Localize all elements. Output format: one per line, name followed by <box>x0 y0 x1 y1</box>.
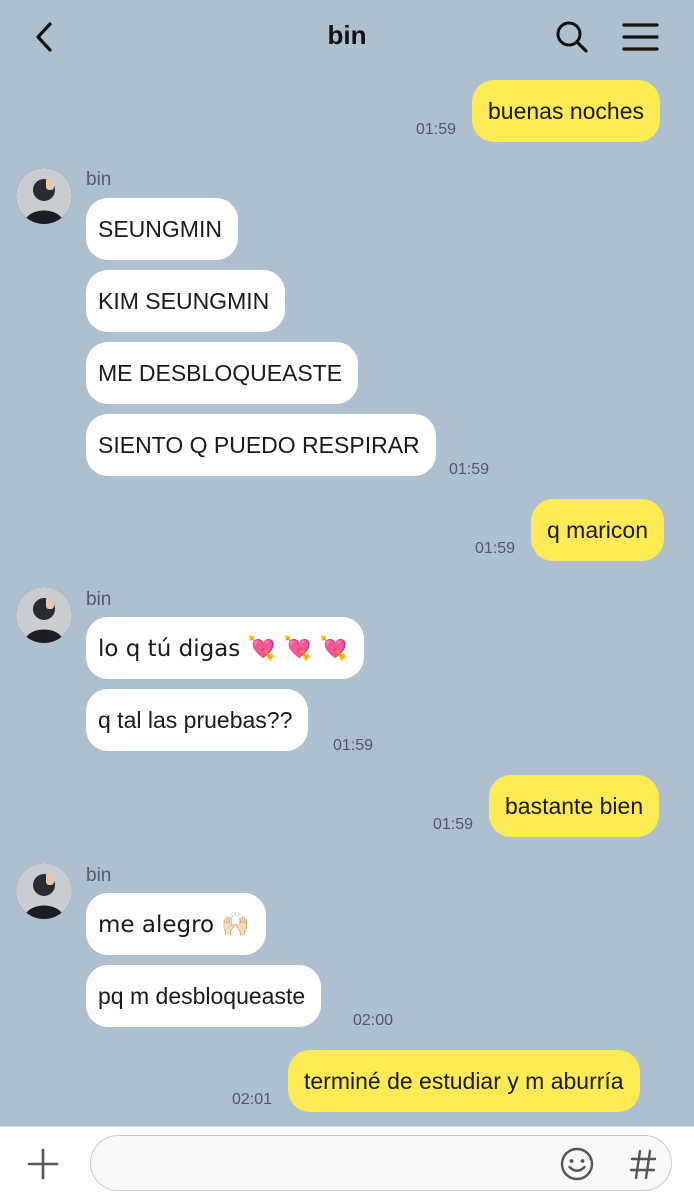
smiley-icon <box>560 1147 594 1181</box>
message-composer <box>0 1126 694 1201</box>
message-text: bastante bien <box>505 792 644 819</box>
outgoing-message-bubble[interactable]: bastante bien <box>489 775 660 837</box>
avatar-photo <box>16 587 72 643</box>
sender-name: bin <box>86 865 112 886</box>
incoming-message-bubble[interactable]: me alegro 🙌🏻 <box>86 893 267 955</box>
message-input-wrapper <box>90 1135 672 1191</box>
hamburger-menu-icon <box>622 23 659 51</box>
message-text: q tal las pruebas?? <box>98 706 293 733</box>
avatar-photo <box>16 863 72 919</box>
avatar-photo <box>16 168 72 224</box>
incoming-message-bubble[interactable]: SIENTO Q PUEDO RESPIRAR <box>86 414 436 476</box>
message-text: SEUNGMIN <box>98 215 222 242</box>
add-attachment-button[interactable] <box>24 1145 62 1183</box>
message-timestamp: 01:59 <box>449 461 490 478</box>
message-text: SIENTO Q PUEDO RESPIRAR <box>98 431 420 458</box>
message-text: pq m desbloqueaste <box>98 982 306 1009</box>
chevron-left-icon <box>36 22 52 52</box>
incoming-message-bubble[interactable]: q tal las pruebas?? <box>86 689 309 751</box>
emoticon-button[interactable] <box>557 1144 597 1184</box>
incoming-message-bubble[interactable]: KIM SEUNGMIN <box>86 270 286 332</box>
contact-avatar[interactable] <box>16 863 72 919</box>
message-text: lo q tú digas 💘 💘 💘 <box>98 635 349 662</box>
hashtag-icon <box>629 1149 657 1180</box>
message-text: me alegro 🙌🏻 <box>98 911 251 938</box>
message-text: buenas noches <box>488 97 645 124</box>
message-timestamp: 02:00 <box>353 1012 394 1029</box>
chat-header: bin <box>0 0 694 76</box>
message-text: ME DESBLOQUEASTE <box>98 359 343 386</box>
plus-icon <box>27 1148 59 1180</box>
message-timestamp: 01:59 <box>416 121 457 138</box>
outgoing-message-bubble[interactable]: q maricon <box>531 499 664 561</box>
message-text: terminé de estudiar y m aburría <box>304 1067 624 1094</box>
hashtag-button[interactable] <box>623 1144 663 1184</box>
message-timestamp: 01:59 <box>333 737 374 754</box>
contact-avatar[interactable] <box>16 168 72 224</box>
sender-name: bin <box>86 589 112 610</box>
message-text: KIM SEUNGMIN <box>98 287 270 314</box>
back-button[interactable] <box>22 14 66 60</box>
menu-button[interactable] <box>616 14 664 60</box>
incoming-message-bubble[interactable]: ME DESBLOQUEASTE <box>86 342 359 404</box>
message-timestamp: 02:01 <box>232 1091 273 1108</box>
contact-avatar[interactable] <box>16 587 72 643</box>
incoming-message-bubble[interactable]: pq m desbloqueaste <box>86 965 322 1027</box>
message-input[interactable] <box>109 1146 553 1182</box>
message-timestamp: 01:59 <box>433 816 474 833</box>
message-timestamp: 01:59 <box>475 540 516 557</box>
message-text: q maricon <box>547 516 648 543</box>
incoming-message-bubble[interactable]: lo q tú digas 💘 💘 💘 <box>86 617 365 679</box>
incoming-message-bubble[interactable]: SEUNGMIN <box>86 198 238 260</box>
search-button[interactable] <box>548 14 596 60</box>
sender-name: bin <box>86 169 112 190</box>
search-icon <box>556 21 588 53</box>
outgoing-message-bubble[interactable]: terminé de estudiar y m aburría <box>288 1050 640 1112</box>
outgoing-message-bubble[interactable]: buenas noches <box>472 80 661 142</box>
